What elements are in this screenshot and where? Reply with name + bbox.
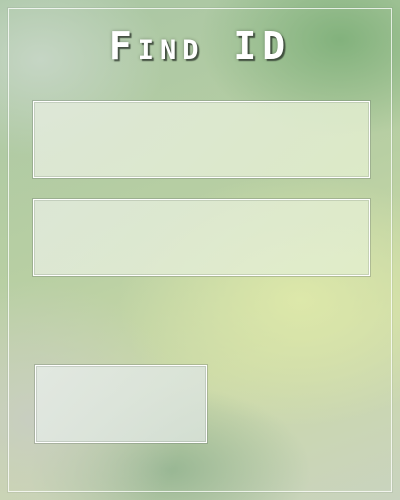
page-title: Find ID [108,24,292,68]
id-lookup-field-1[interactable] [33,101,370,178]
find-id-panel: Find ID [0,0,400,500]
find-id-submit-button[interactable] [35,365,207,443]
id-lookup-field-2[interactable] [33,199,370,276]
